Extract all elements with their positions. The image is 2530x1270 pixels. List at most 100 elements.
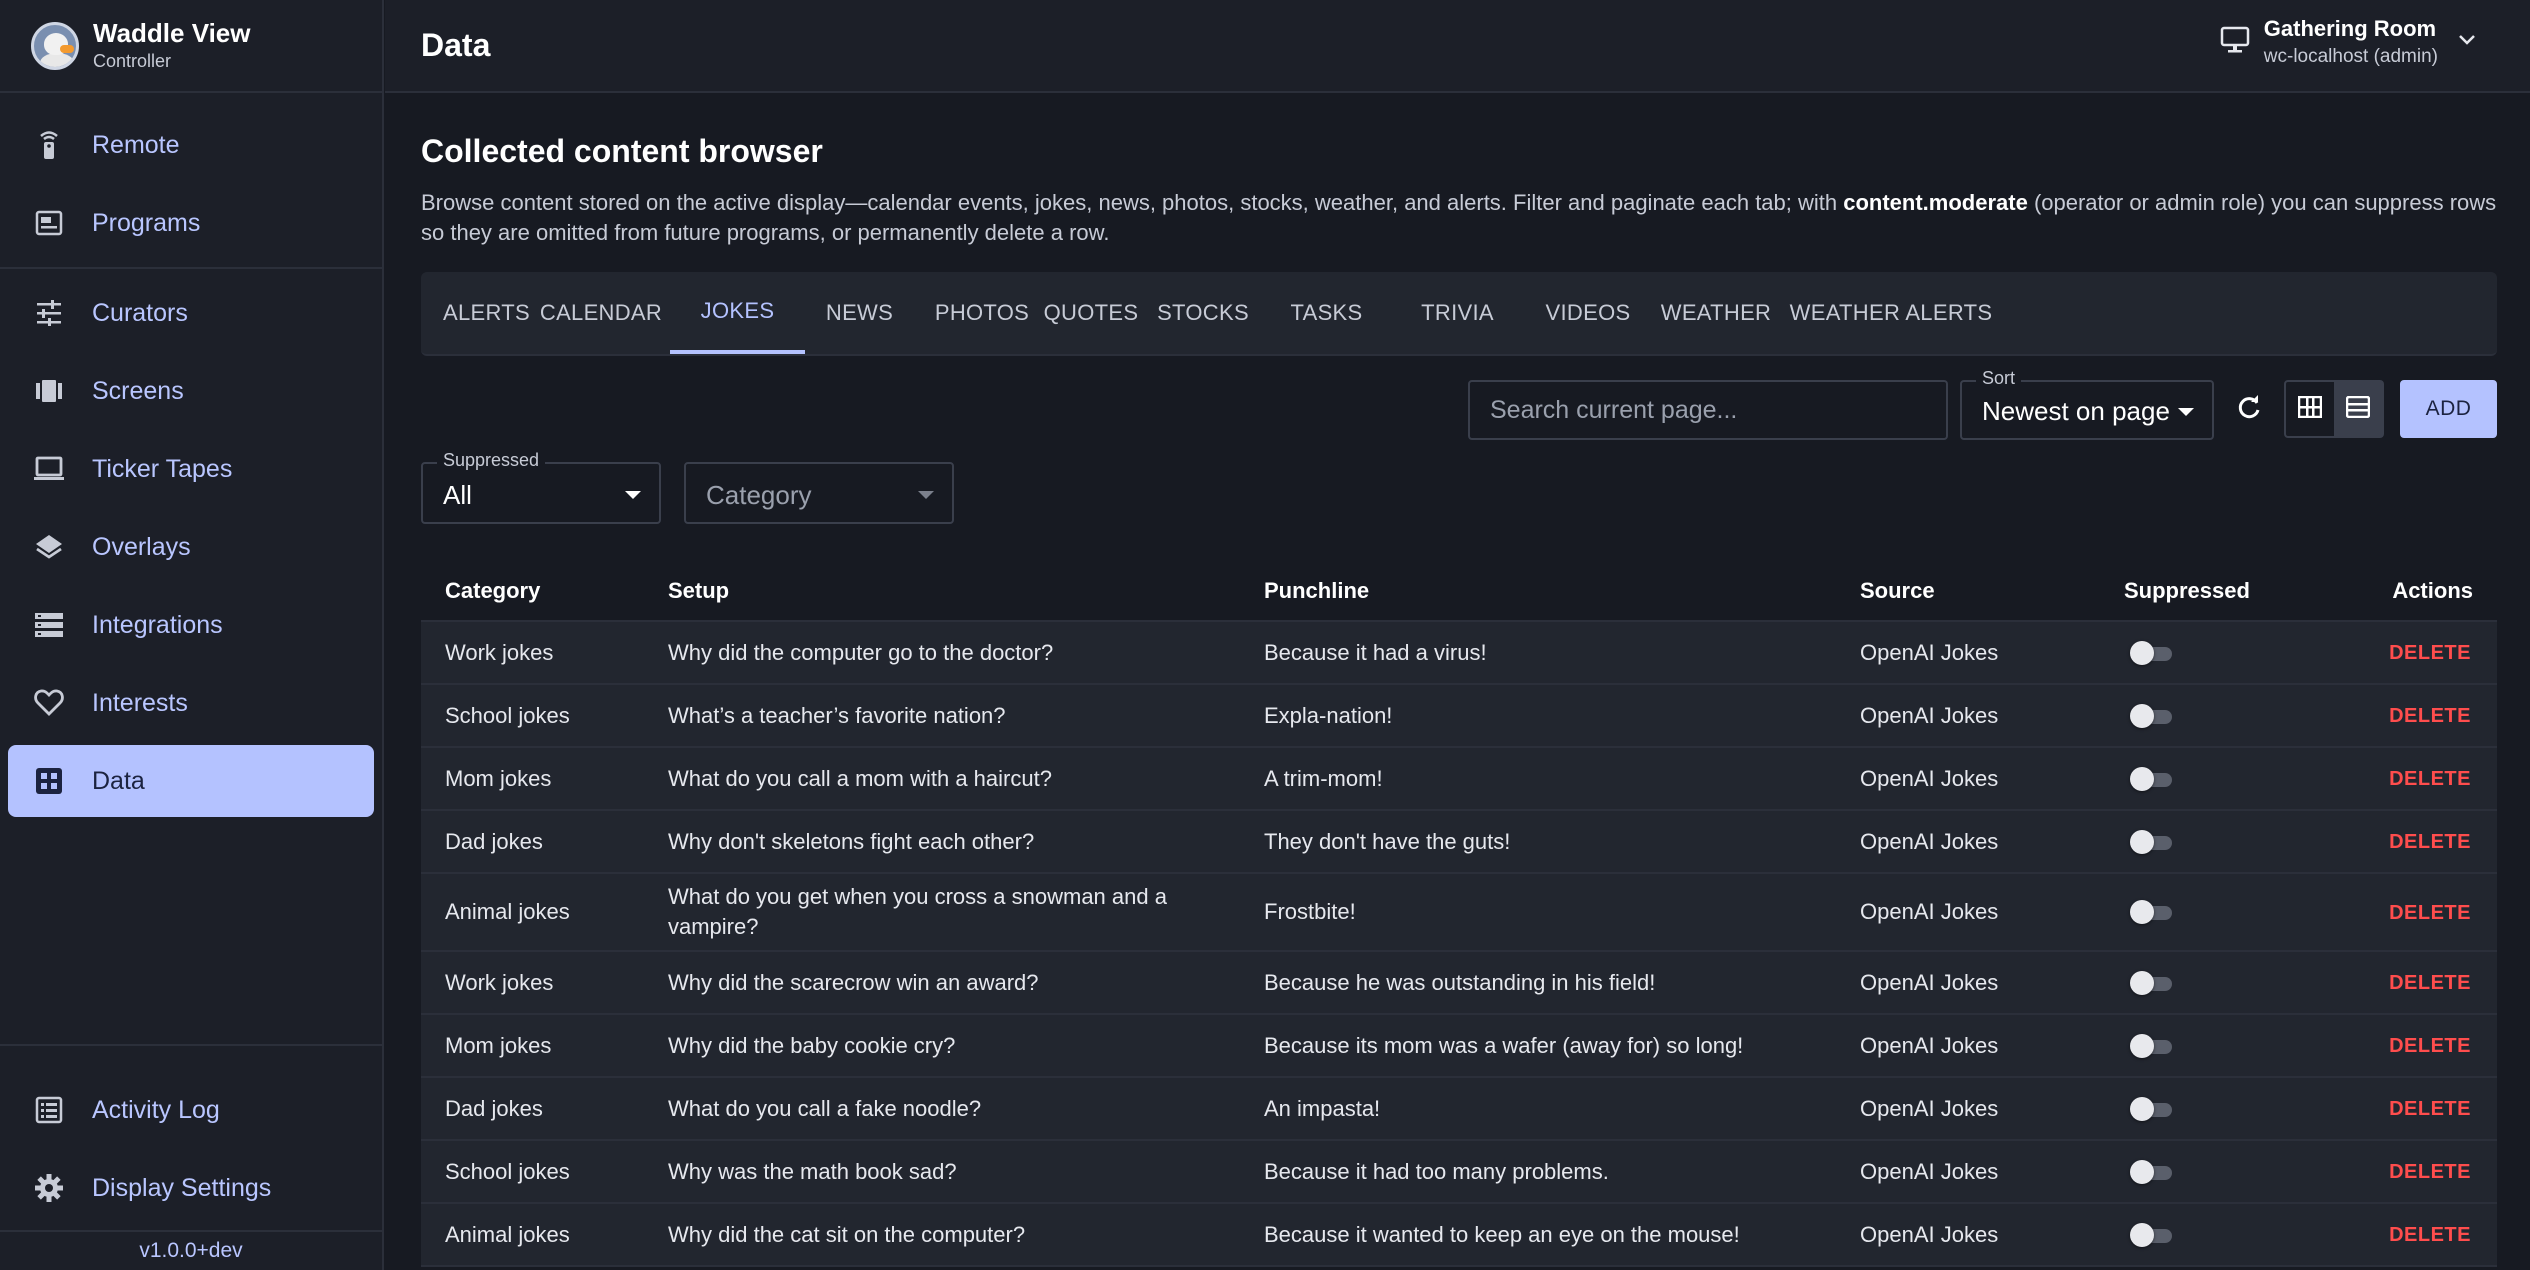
sidebar-item-label: Curators [92,298,188,327]
suppressed-toggle[interactable] [2130,703,2174,728]
sidebar-item-screens[interactable]: Screens [8,355,374,427]
delete-button[interactable]: DELETE [2389,642,2471,664]
suppressed-toggle[interactable] [2130,766,2174,791]
brand[interactable]: Waddle View Controller [0,0,382,93]
jokes-table: Category Setup Punchline Source Suppress… [421,562,2497,1267]
delete-button[interactable]: DELETE [2389,768,2471,790]
suppressed-toggle[interactable] [2130,1096,2174,1121]
sidebar-item-remote[interactable]: Remote [8,109,374,181]
cell-source: OpenAI Jokes [1860,899,1999,924]
column-header-source[interactable]: Source [1860,578,2124,604]
tune-icon [34,298,64,328]
tab-calendar[interactable]: CALENDAR [540,272,662,354]
sidebar: Waddle View Controller Remote Programs C… [0,0,384,1270]
cell-setup: Why did the scarecrow win an award? [668,969,1039,995]
delete-button[interactable]: DELETE [2389,972,2471,994]
sidebar-item-curators[interactable]: Curators [8,277,374,349]
column-header-suppressed[interactable]: Suppressed [2124,578,2344,604]
suppressed-toggle[interactable] [2130,1222,2174,1247]
page-title: Data [421,27,491,63]
sort-value: Newest on page [1982,396,2170,426]
list-view-button[interactable] [2334,382,2382,436]
sidebar-item-programs[interactable]: Programs [8,187,374,259]
cell-actions: DELETE [2344,637,2497,668]
cell-source: OpenAI Jokes [1860,1221,1999,1247]
table-row: Mom jokes Why did the baby cookie cry? Bec… [421,1015,2497,1078]
sidebar-item-label: Remote [92,130,180,159]
tab-tasks[interactable]: TASKS [1278,272,1375,354]
cell-category: Dad jokes [445,828,543,854]
table-header: Category Setup Punchline Source Suppress… [421,562,2497,622]
suppressed-filter[interactable]: Suppressed All [421,450,661,524]
add-button[interactable]: ADD [2400,380,2497,438]
delete-button[interactable]: DELETE [2389,902,2471,924]
table-row: Animal jokes Why did the cat sit on the c… [421,1204,2497,1267]
tab-videos[interactable]: VIDEOS [1538,272,1638,354]
cell-source: OpenAI Jokes [1860,1158,1999,1184]
delete-button[interactable]: DELETE [2389,1035,2471,1057]
table-row: Dad jokes Why don't skeletons fight each … [421,811,2497,874]
tab-stocks[interactable]: STOCKS [1150,272,1256,354]
suppressed-toggle[interactable] [2130,1033,2174,1058]
filters: Suppressed All Category [421,450,2497,562]
tab-photos[interactable]: PHOTOS [932,272,1032,354]
sidebar-item-label: Ticker Tapes [92,454,233,483]
screens-icon [34,376,64,406]
cell-actions: DELETE [2344,1093,2497,1124]
cell-category: Dad jokes [445,1095,543,1121]
category-filter[interactable]: Category [684,462,954,524]
caret-down-icon [625,491,641,499]
cell-setup: What do you call a mom with a haircut? [668,765,1052,791]
suppressed-filter-value: All [443,480,472,510]
table-row: Work jokes Why did the scarecrow win an a… [421,952,2497,1015]
suppressed-toggle[interactable] [2130,640,2174,665]
cell-category: School jokes [445,1158,570,1184]
cell-suppressed [2124,1096,2344,1121]
cell-actions: DELETE [2344,700,2497,731]
tab-weather-alerts[interactable]: WEATHER ALERTS [1788,272,1994,354]
column-header-setup[interactable]: Setup [668,578,1264,604]
tab-alerts[interactable]: ALERTS [441,272,532,354]
sidebar-item-data[interactable]: Data [8,745,374,817]
suppressed-toggle[interactable] [2130,970,2174,995]
delete-button[interactable]: DELETE [2389,1224,2471,1246]
suppressed-toggle[interactable] [2130,1159,2174,1184]
sidebar-item-ticker-tapes[interactable]: Ticker Tapes [8,433,374,505]
refresh-icon[interactable] [2235,394,2263,427]
display-selector[interactable]: Gathering Room wc-localhost (admin) [2220,14,2476,70]
display-name: Gathering Room [2263,16,2437,41]
tab-jokes[interactable]: JOKES [670,272,805,354]
sidebar-item-interests[interactable]: Interests [8,667,374,739]
tab-trivia[interactable]: TRIVIA [1409,272,1506,354]
delete-button[interactable]: DELETE [2389,1098,2471,1120]
cell-category: Animal jokes [445,1221,570,1247]
delete-button[interactable]: DELETE [2389,831,2471,853]
cell-category: Mom jokes [445,765,552,791]
tab-news[interactable]: NEWS [811,272,908,354]
cell-suppressed [2124,640,2344,665]
suppressed-toggle[interactable] [2130,829,2174,854]
column-header-category[interactable]: Category [421,578,668,604]
sidebar-item-label: Overlays [92,532,191,561]
cell-category: School jokes [445,702,570,728]
sort-select[interactable]: Sort Newest on page [1960,368,2214,440]
sidebar-item-overlays[interactable]: Overlays [8,511,374,583]
cell-suppressed [2124,900,2344,924]
top-bar: Data Gathering Room wc-localhost (admin) [385,0,2530,93]
delete-button[interactable]: DELETE [2389,705,2471,727]
suppressed-toggle[interactable] [2130,900,2174,924]
sidebar-item-integrations[interactable]: Integrations [8,589,374,661]
cell-punchline: Because it had a virus! [1264,639,1487,665]
search-input[interactable] [1468,380,1948,440]
delete-button[interactable]: DELETE [2389,1161,2471,1183]
tab-quotes[interactable]: QUOTES [1038,272,1144,354]
column-header-punchline[interactable]: Punchline [1264,578,1860,604]
cell-punchline: Because its mom was a wafer (away for) s… [1264,1032,1744,1058]
suppressed-filter-label: Suppressed [437,450,546,471]
sidebar-item-display-settings[interactable]: Display Settings [8,1152,374,1224]
grid-view-button[interactable] [2286,382,2334,436]
permission-name: content.moderate [1843,190,2028,215]
sidebar-item-activity-log[interactable]: Activity Log [8,1074,374,1146]
tab-weather[interactable]: WEATHER [1654,272,1778,354]
table-row: School jokes What’s a teacher’s favorite … [421,685,2497,748]
